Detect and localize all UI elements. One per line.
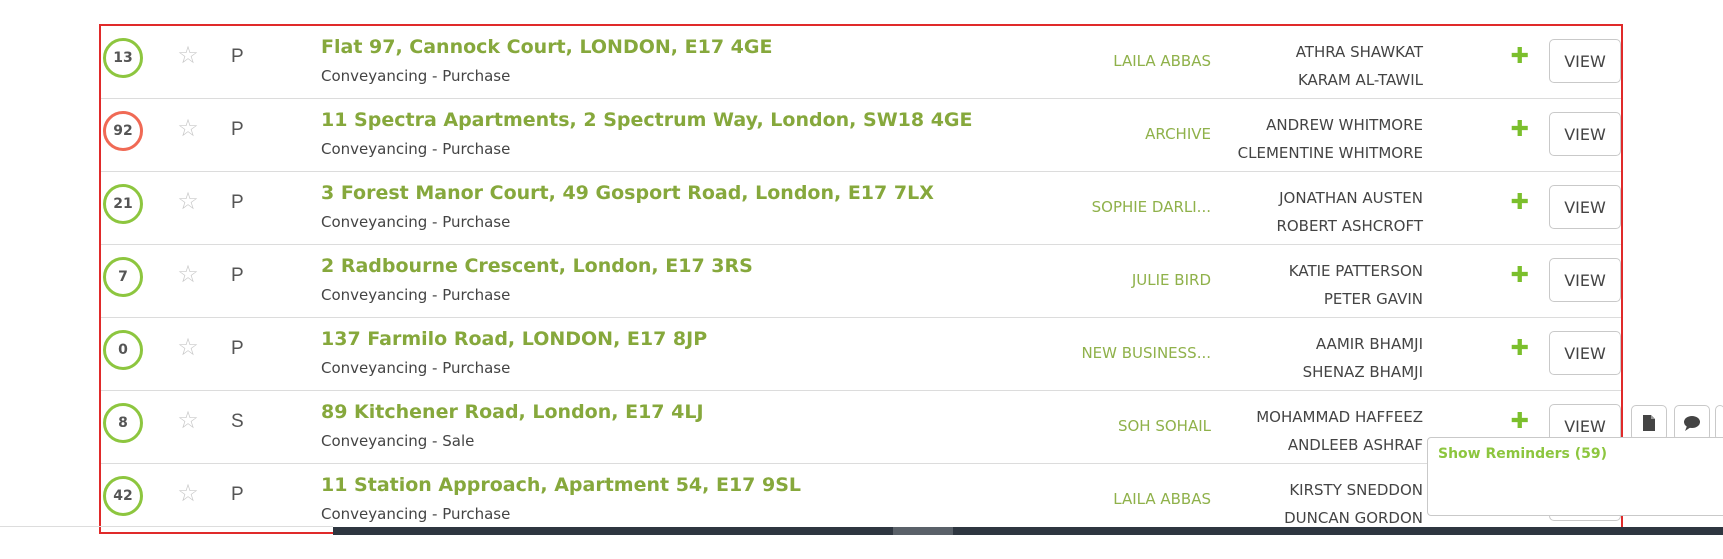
matter-row[interactable]: 42 ☆ P 11 Station Approach, Apartment 54… [101, 464, 1621, 532]
reminders-panel: Show Reminders (59) [1427, 437, 1723, 516]
task-count-badge: 92 [103, 111, 143, 151]
client-name: KATIE PATTERSON [1288, 262, 1423, 280]
matter-row[interactable]: 13 ☆ P Flat 97, Cannock Court, LONDON, E… [101, 26, 1621, 99]
client-name: MOHAMMAD HAFFEEZ [1256, 408, 1423, 426]
star-outline-icon[interactable]: ☆ [175, 407, 201, 433]
comment-icon[interactable] [1674, 405, 1710, 441]
bottom-bar [333, 527, 1723, 535]
matter-service: Conveyancing - Purchase [321, 359, 511, 377]
matter-clients: KIRSTY SNEDDON DUNCAN GORDON [1284, 476, 1423, 532]
client-name: KARAM AL-TAWIL [1297, 71, 1423, 89]
view-button[interactable]: VIEW [1549, 112, 1621, 156]
task-count-badge: 0 [103, 330, 143, 370]
task-count-badge: 7 [103, 257, 143, 297]
matter-type: P [231, 46, 244, 67]
matter-type: P [231, 338, 244, 359]
matter-clients: AAMIR BHAMJI SHENAZ BHAMJI [1303, 330, 1423, 386]
client-name: ANDLEEB ASHRAF [1287, 436, 1423, 454]
matter-owner[interactable]: LAILA ABBAS [1113, 490, 1211, 508]
matter-service: Conveyancing - Purchase [321, 67, 511, 85]
matter-type: P [231, 484, 244, 505]
star-outline-icon[interactable]: ☆ [175, 115, 201, 141]
matter-owner[interactable]: NEW BUSINESS... [1081, 344, 1211, 362]
plus-icon[interactable]: ✚ [1511, 265, 1529, 287]
client-name: SHENAZ BHAMJI [1302, 363, 1423, 381]
matter-owner[interactable]: SOPHIE DARLI... [1092, 198, 1211, 216]
matter-service: Conveyancing - Purchase [321, 213, 511, 231]
view-button[interactable]: VIEW [1549, 258, 1621, 302]
client-name: CLEMENTINE WHITMORE [1237, 144, 1423, 162]
matter-clients: JONATHAN AUSTEN ROBERT ASHCROFT [1276, 184, 1423, 240]
matter-clients: ATHRA SHAWKAT KARAM AL-TAWIL [1296, 38, 1423, 94]
matter-owner[interactable]: LAILA ABBAS [1113, 52, 1211, 70]
matter-service: Conveyancing - Sale [321, 432, 475, 450]
more-icon[interactable] [1715, 405, 1723, 441]
client-name: ANDREW WHITMORE [1266, 116, 1423, 134]
client-name: ATHRA SHAWKAT [1295, 43, 1423, 61]
matter-address-link[interactable]: 137 Farmilo Road, LONDON, E17 8JP [321, 328, 707, 350]
matter-address-link[interactable]: 11 Station Approach, Apartment 54, E17 9… [321, 474, 801, 496]
document-icon[interactable] [1631, 405, 1667, 441]
matter-row[interactable]: 0 ☆ P 137 Farmilo Road, LONDON, E17 8JP … [101, 318, 1621, 391]
matter-row[interactable]: 7 ☆ P 2 Radbourne Crescent, London, E17 … [101, 245, 1621, 318]
star-outline-icon[interactable]: ☆ [175, 334, 201, 360]
matter-address-link[interactable]: 11 Spectra Apartments, 2 Spectrum Way, L… [321, 109, 973, 131]
client-name: JONATHAN AUSTEN [1279, 189, 1423, 207]
plus-icon[interactable]: ✚ [1511, 338, 1529, 360]
plus-icon[interactable]: ✚ [1511, 192, 1529, 214]
client-name: ROBERT ASHCROFT [1276, 217, 1423, 235]
scroll-track [0, 526, 333, 527]
matter-row[interactable]: 21 ☆ P 3 Forest Manor Court, 49 Gosport … [101, 172, 1621, 245]
plus-icon[interactable]: ✚ [1511, 119, 1529, 141]
star-outline-icon[interactable]: ☆ [175, 480, 201, 506]
matter-service: Conveyancing - Purchase [321, 286, 511, 304]
matter-owner[interactable]: JULIE BIRD [1132, 271, 1211, 289]
matter-type: S [231, 411, 244, 432]
matter-row[interactable]: 92 ☆ P 11 Spectra Apartments, 2 Spectrum… [101, 99, 1621, 172]
plus-icon[interactable]: ✚ [1511, 46, 1529, 68]
star-outline-icon[interactable]: ☆ [175, 42, 201, 68]
matter-address-link[interactable]: 3 Forest Manor Court, 49 Gosport Road, L… [321, 182, 934, 204]
matter-address-link[interactable]: 89 Kitchener Road, London, E17 4LJ [321, 401, 704, 423]
matter-address-link[interactable]: Flat 97, Cannock Court, LONDON, E17 4GE [321, 36, 772, 58]
matter-owner[interactable]: SOH SOHAIL [1118, 417, 1211, 435]
star-outline-icon[interactable]: ☆ [175, 261, 201, 287]
client-name: PETER GAVIN [1323, 290, 1423, 308]
matter-address-link[interactable]: 2 Radbourne Crescent, London, E17 3RS [321, 255, 753, 277]
view-button[interactable]: VIEW [1549, 39, 1621, 83]
matter-clients: ANDREW WHITMORE CLEMENTINE WHITMORE [1238, 111, 1423, 167]
matter-list: 13 ☆ P Flat 97, Cannock Court, LONDON, E… [99, 24, 1623, 534]
task-count-badge: 13 [103, 38, 143, 78]
matter-service: Conveyancing - Purchase [321, 140, 511, 158]
task-count-badge: 8 [103, 403, 143, 443]
client-name: KIRSTY SNEDDON [1289, 481, 1423, 499]
matter-type: P [231, 119, 244, 140]
matter-clients: MOHAMMAD HAFFEEZ ANDLEEB ASHRAF [1256, 403, 1423, 459]
task-count-badge: 42 [103, 476, 143, 516]
bottom-bar-thumb[interactable] [893, 527, 953, 535]
plus-icon[interactable]: ✚ [1511, 411, 1529, 433]
client-name: AAMIR BHAMJI [1315, 335, 1423, 353]
view-button[interactable]: VIEW [1549, 331, 1621, 375]
show-reminders-link[interactable]: Show Reminders (59) [1438, 446, 1607, 462]
task-count-badge: 21 [103, 184, 143, 224]
matter-owner[interactable]: ARCHIVE [1145, 125, 1211, 143]
view-button[interactable]: VIEW [1549, 185, 1621, 229]
matter-clients: KATIE PATTERSON PETER GAVIN [1289, 257, 1423, 313]
matter-type: P [231, 192, 244, 213]
matter-row[interactable]: 8 ☆ S 89 Kitchener Road, London, E17 4LJ… [101, 391, 1621, 464]
matter-service: Conveyancing - Purchase [321, 505, 511, 523]
matter-type: P [231, 265, 244, 286]
star-outline-icon[interactable]: ☆ [175, 188, 201, 214]
